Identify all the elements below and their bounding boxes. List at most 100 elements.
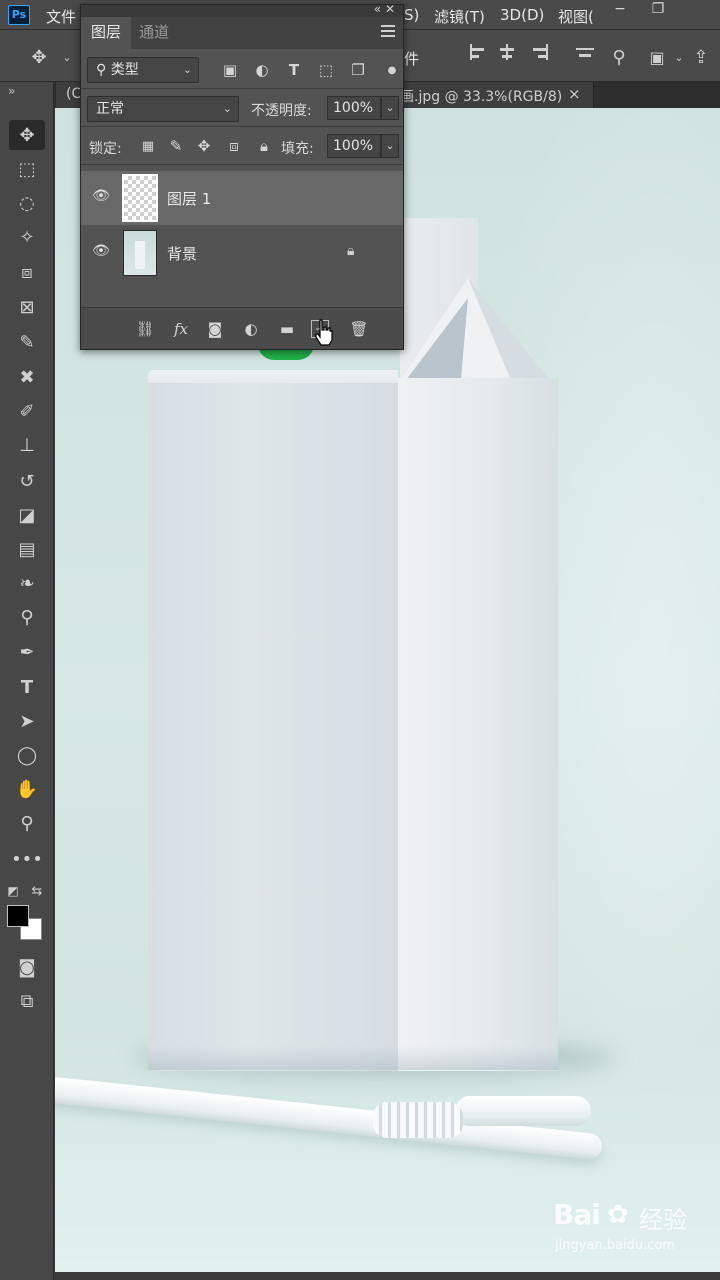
tab-channels[interactable]: 通道 (129, 17, 179, 49)
healing-tool-icon[interactable]: ✖ (9, 362, 45, 392)
minimize-button[interactable]: − (600, 0, 640, 22)
stamp-tool-icon[interactable]: ⊥ (9, 430, 45, 460)
lock-brush-icon[interactable]: ✎ (165, 135, 187, 157)
fill-input[interactable]: 100% (327, 134, 381, 158)
layers-panel-footer: ⛓ fx ◙ ◐ ▬ + 🗑︎ (81, 307, 403, 349)
type-tool-icon[interactable]: T (9, 672, 45, 702)
layer-filter-dropdown[interactable]: ⚲ 类型 ⌄ (87, 57, 199, 83)
eraser-tool-icon[interactable]: ◪ (9, 500, 45, 530)
lock-artboard-icon[interactable]: ⧈ (223, 135, 245, 157)
history-brush-tool-icon[interactable]: ↺ (9, 466, 45, 496)
baidu-watermark: Bai ✿ 经验 jingyan.baidu.com (553, 1198, 713, 1268)
brush-tool-icon[interactable]: ✐ (9, 396, 45, 426)
document-tab-prefix: (C (66, 86, 82, 102)
carton-side-face (398, 378, 558, 1071)
blend-mode-value: 正常 (96, 101, 124, 117)
fill-chevron-icon[interactable]: ⌄ (381, 134, 399, 158)
layer-name: 图层 1 (167, 190, 212, 208)
move-tool-icon[interactable]: ✥ (9, 120, 45, 150)
layer-row-layer1[interactable]: 👁︎ 图层 1 (81, 171, 403, 225)
layers-panel: « ✕ 图层 通道 ⚲ 类型 ⌄ ▣ ◐ T ⬚ ❐ ● 正常 ⌄ 不透明度: … (80, 2, 404, 350)
menu-select-partial[interactable]: S) (404, 6, 419, 24)
workspace-icon[interactable]: ▣ (646, 46, 668, 68)
tab-layers[interactable]: 图层 (81, 17, 132, 49)
carton-front-face (148, 383, 398, 1071)
path-selection-tool-icon[interactable]: ➤ (9, 706, 45, 736)
filter-type-icon[interactable]: T (283, 59, 305, 81)
tools-panel: » ✥ ⬚ ◌ ✧ ⧈ ⊠ ✎ ✖ ✐ ⊥ ↺ ◪ ▤ ❧ ⚲ ✒ T ➤ ◯ … (0, 82, 54, 1280)
menu-3d[interactable]: 3D(D) (500, 6, 544, 24)
panel-menu-icon[interactable] (381, 25, 395, 37)
default-colors-icon[interactable]: ◩ (2, 876, 24, 906)
ellipse-tool-icon[interactable]: ◯ (9, 740, 45, 770)
filter-adjustment-icon[interactable]: ◐ (251, 59, 273, 81)
blur-tool-icon[interactable]: ❧ (9, 568, 45, 598)
folder-icon[interactable]: ▬ (275, 317, 299, 341)
link-layers-icon[interactable]: ⛓ (133, 317, 157, 341)
chevron-down-icon: ⌄ (182, 63, 192, 76)
share-icon[interactable]: ⇪ (690, 46, 712, 68)
chevron-down-icon: ⌄ (222, 102, 232, 115)
restore-button[interactable]: ❐ (638, 0, 678, 22)
move-tool-icon[interactable]: ✥ (28, 46, 50, 68)
menu-filter[interactable]: 滤镜(T) (434, 6, 485, 27)
chevron-down-icon[interactable]: ⌄ (56, 46, 78, 68)
filter-toggle-icon[interactable]: ● (381, 59, 403, 81)
menu-file[interactable]: 文件 (46, 6, 76, 27)
panel-drag-bar[interactable]: « ✕ (81, 2, 403, 17)
filter-shape-icon[interactable]: ⬚ (315, 59, 337, 81)
lock-row: 锁定: ▦ ✎ ✥ ⧈ 🔒︎ 填充: 100% ⌄ (81, 127, 403, 165)
lock-icon: 🔒︎ (347, 243, 355, 259)
menu-view[interactable]: 视图( (558, 6, 594, 27)
eyedropper-tool-icon[interactable]: ✎ (9, 327, 45, 357)
opacity-chevron-icon[interactable]: ⌄ (381, 96, 399, 120)
blend-mode-dropdown[interactable]: 正常 ⌄ (87, 96, 239, 122)
visibility-eye-icon[interactable]: 👁︎ (91, 243, 111, 263)
photoshop-logo: Ps (8, 5, 30, 25)
quick-mask-icon[interactable]: ◙ (9, 952, 45, 982)
lock-transparency-icon[interactable]: ▦ (137, 135, 159, 157)
document-tab-title: 画.jpg @ 33.3%(RGB/8) (400, 89, 563, 105)
lasso-tool-icon[interactable]: ◌ (9, 188, 45, 218)
opacity-label: 不透明度: (251, 103, 312, 119)
foreground-color-swatch[interactable] (7, 905, 29, 927)
straw-bend (373, 1102, 463, 1138)
opacity-input[interactable]: 100% (327, 96, 381, 120)
adjustment-layer-icon[interactable]: ◐ (239, 317, 263, 341)
lock-all-icon[interactable]: 🔒︎ (253, 135, 275, 157)
layer-row-background[interactable]: 👁︎ 背景 🔒︎ (81, 226, 403, 280)
lock-position-icon[interactable]: ✥ (193, 135, 215, 157)
filter-pixel-icon[interactable]: ▣ (219, 59, 241, 81)
workspace-chevron-icon[interactable]: ⌄ (668, 46, 690, 68)
close-tab-icon[interactable]: × (568, 85, 581, 103)
hand-tool-icon[interactable]: ✋ (9, 774, 45, 804)
fx-icon[interactable]: fx (169, 317, 193, 341)
trash-icon[interactable]: 🗑︎ (347, 317, 371, 341)
lock-label: 锁定: (89, 141, 122, 157)
add-mask-icon[interactable]: ◙ (203, 317, 227, 341)
watermark-url: jingyan.baidu.com (555, 1238, 675, 1253)
options-partial-label: 件 (404, 50, 420, 68)
visibility-eye-icon[interactable]: 👁︎ (91, 188, 111, 208)
gradient-tool-icon[interactable]: ▤ (9, 534, 45, 564)
collapse-toolbar-icon[interactable]: » (8, 84, 15, 98)
magic-wand-tool-icon[interactable]: ✧ (9, 222, 45, 252)
filter-smart-object-icon[interactable]: ❐ (347, 59, 369, 81)
search-icon[interactable]: ⚲ (608, 46, 630, 68)
frame-tool-icon[interactable]: ⊠ (9, 292, 45, 322)
screen-mode-icon[interactable]: ⧉ (9, 986, 45, 1016)
paw-icon: ✿ (607, 1200, 629, 1230)
layer-thumbnail (123, 230, 157, 276)
watermark-logo-text: Bai (553, 1198, 601, 1231)
marquee-tool-icon[interactable]: ⬚ (9, 154, 45, 184)
dodge-tool-icon[interactable]: ⚲ (9, 602, 45, 632)
panel-collapse-close[interactable]: « ✕ (374, 2, 395, 16)
pen-tool-icon[interactable]: ✒ (9, 637, 45, 667)
crop-tool-icon[interactable]: ⧈ (9, 257, 45, 287)
more-tools-icon[interactable]: ••• (9, 844, 45, 874)
swap-colors-icon[interactable]: ⇆ (26, 876, 48, 906)
blend-row: 正常 ⌄ 不透明度: 100% ⌄ (81, 89, 403, 127)
fill-label: 填充: (281, 141, 314, 157)
zoom-tool-icon[interactable]: ⚲ (9, 808, 45, 838)
layer-filter-row: ⚲ 类型 ⌄ ▣ ◐ T ⬚ ❐ ● (81, 49, 403, 89)
